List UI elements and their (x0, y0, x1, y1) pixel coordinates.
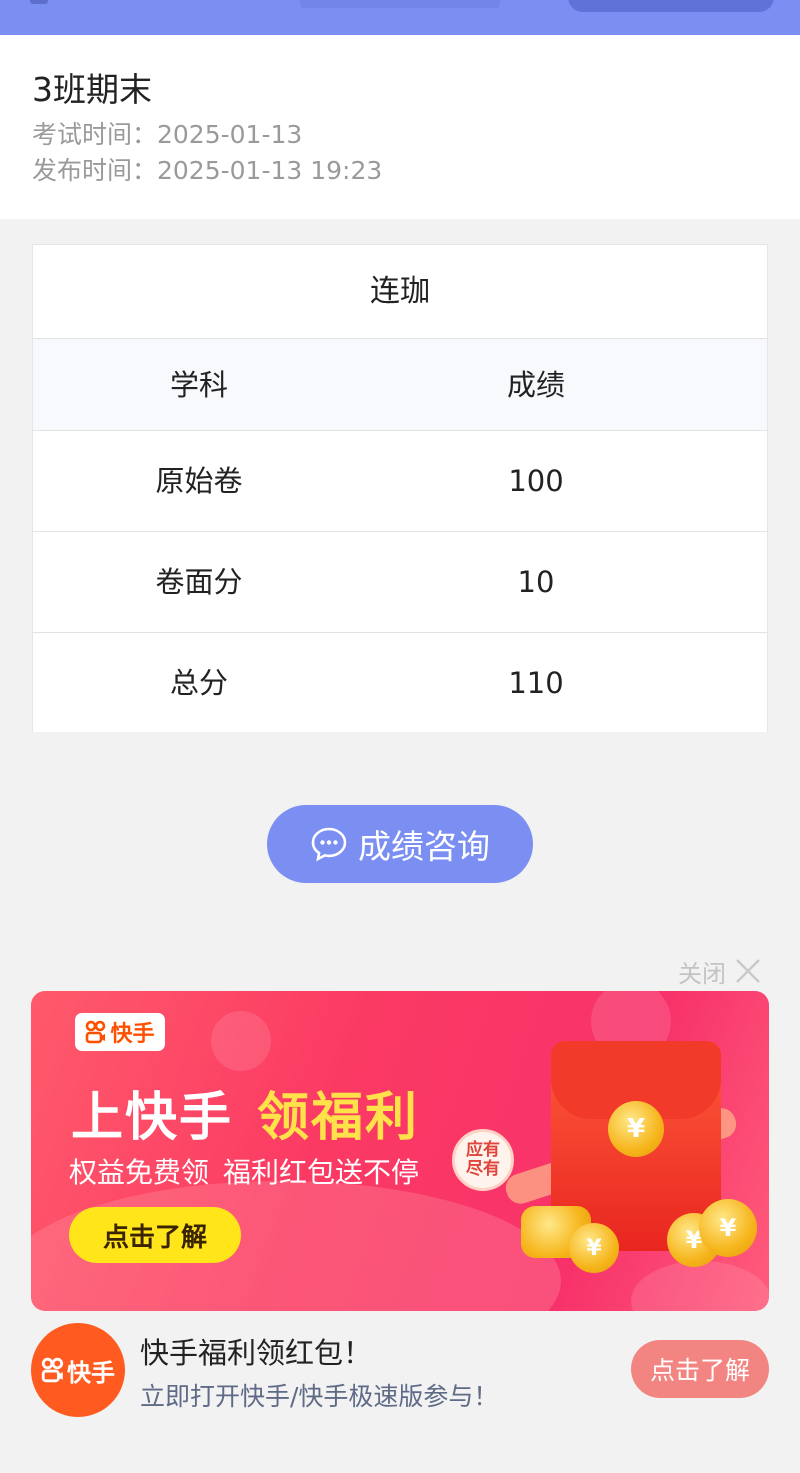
ad-footer-subtitle: 立即打开快手/快手极速版参与！ (140, 1382, 499, 1411)
kuaishou-app-logo[interactable]: 快手 (31, 1323, 125, 1417)
column-header-subject: 学科 (169, 368, 228, 402)
headline-yellow: 领福利 (257, 1088, 420, 1148)
ad-badge: 应有 尽有 (452, 1129, 514, 1191)
score-consult-button[interactable]: 成绩咨询 (267, 805, 533, 883)
headline-white: 上快手 (71, 1088, 234, 1148)
ad-close-button[interactable]: 关闭 (678, 954, 762, 988)
coin-icon: ¥ (699, 1199, 757, 1257)
exam-time: 考试时间：2025-01-13 (32, 120, 303, 149)
banner-decoration (631, 1261, 769, 1311)
column-header-score: 成绩 (506, 368, 565, 402)
top-action-button[interactable] (568, 0, 774, 12)
ad-close-label: 关闭 (678, 959, 726, 988)
banner-decoration (211, 1011, 271, 1071)
subject-cell: 卷面分 (155, 565, 243, 599)
student-name: 连珈 (33, 245, 767, 339)
kuaishou-logo-icon (86, 1020, 106, 1044)
top-app-bar (0, 0, 800, 35)
subject-cell: 总分 (169, 666, 228, 700)
coin-icon: ¥ (569, 1223, 619, 1273)
kuaishou-logo-icon (41, 1357, 64, 1383)
score-cell: 110 (508, 666, 564, 700)
score-card: 连珈 学科 成绩 原始卷 100 卷面分 10 总分 110 (32, 244, 768, 732)
table-row: 总分 110 (33, 633, 767, 733)
publish-time: 发布时间：2025-01-13 19:23 (32, 156, 383, 185)
exam-title: 3班期末 (32, 70, 152, 109)
badge-line1: 应有 (466, 1140, 500, 1160)
ad-subline: 权益免费领 福利红包送不停 (69, 1151, 419, 1191)
badge-line2: 尽有 (466, 1159, 500, 1179)
chat-bubble-icon (311, 827, 347, 862)
close-icon (736, 959, 760, 983)
banner-learn-more-button[interactable]: 点击了解 (69, 1207, 241, 1263)
footer-brand-name: 快手 (67, 1358, 115, 1387)
ad-learn-more-button[interactable]: 点击了解 (631, 1340, 769, 1398)
table-row: 原始卷 100 (33, 431, 767, 532)
ad-headline: 上快手 领福利 (71, 1075, 419, 1150)
score-cell: 100 (508, 464, 564, 498)
ad-footer-title: 快手福利领红包！ (140, 1336, 373, 1370)
page-title-cropped (300, 0, 500, 8)
coin-icon: ¥ (608, 1101, 664, 1157)
subline-part1: 权益免费领 (69, 1156, 210, 1189)
score-cell: 10 (517, 565, 555, 599)
back-icon[interactable] (30, 0, 48, 4)
table-row: 卷面分 10 (33, 532, 767, 633)
table-header-row: 学科 成绩 (33, 339, 767, 431)
brand-name: 快手 (110, 1022, 155, 1047)
subline-part2: 福利红包送不停 (223, 1156, 420, 1189)
score-consult-label: 成绩咨询 (358, 827, 490, 866)
subject-cell: 原始卷 (155, 464, 243, 498)
ad-banner[interactable]: 快手 上快手 领福利 权益免费领 福利红包送不停 应有 尽有 点击了解 ¥ ¥ ¥ ¥ (31, 991, 769, 1311)
kuaishou-brand-tag: 快手 (75, 1013, 165, 1051)
